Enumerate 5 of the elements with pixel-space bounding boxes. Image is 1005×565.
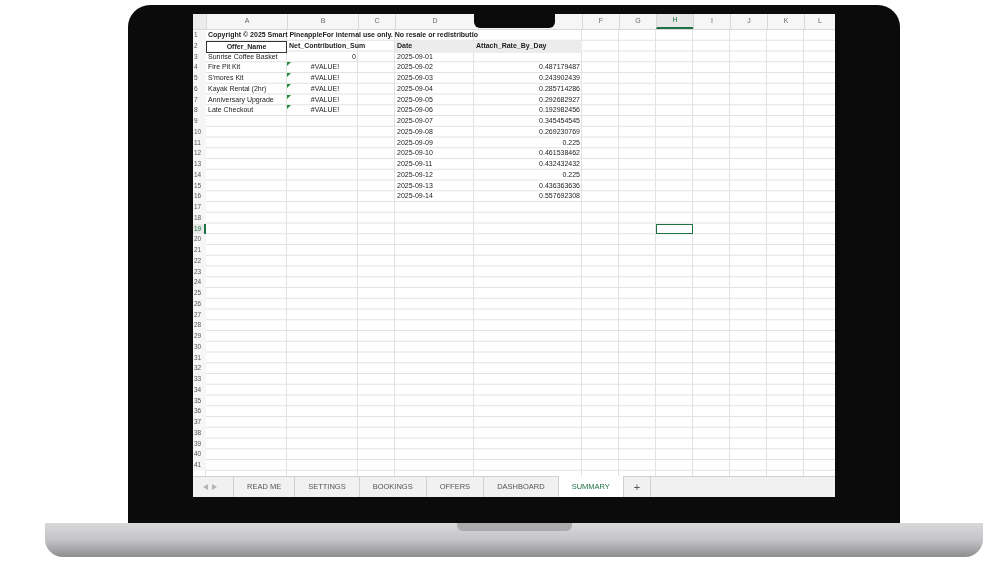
selected-cell[interactable] bbox=[656, 223, 693, 235]
select-all-corner[interactable] bbox=[193, 14, 206, 29]
add-sheet-button[interactable]: + bbox=[622, 477, 652, 497]
scroll-left-icon[interactable] bbox=[203, 484, 208, 490]
scroll-right-icon[interactable] bbox=[212, 484, 217, 490]
